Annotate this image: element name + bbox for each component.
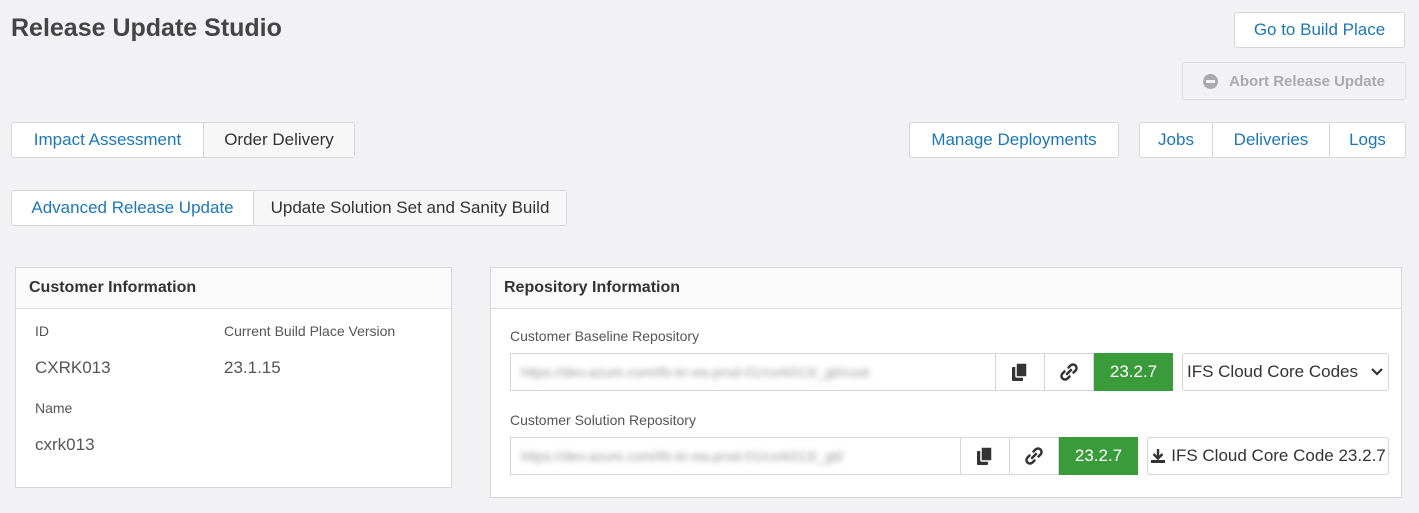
tab-advanced-release-update[interactable]: Advanced Release Update — [12, 191, 254, 225]
tab-jobs[interactable]: Jobs — [1140, 123, 1213, 157]
page-title: Release Update Studio — [11, 14, 282, 42]
primary-tabs: Impact Assessment Order Delivery — [11, 122, 355, 158]
download-core-code-label: IFS Cloud Core Code 23.2.7 — [1171, 446, 1386, 465]
tab-order-delivery[interactable]: Order Delivery — [204, 123, 354, 157]
customer-information-heading: Customer Information — [16, 268, 451, 309]
solution-repository-label: Customer Solution Repository — [510, 412, 696, 428]
solution-repository-row: https://dev.azure.com/ifs-kr-ea-prsd-01/… — [510, 437, 1138, 475]
open-baseline-link-button[interactable] — [1045, 353, 1094, 391]
link-icon — [1025, 447, 1043, 465]
abort-release-update-label: Abort Release Update — [1229, 72, 1385, 90]
abort-release-update-button[interactable]: Abort Release Update — [1182, 62, 1406, 100]
core-codes-dropdown-label: IFS Cloud Core Codes — [1186, 362, 1359, 381]
solution-repository-url: https://dev.azure.com/ifs-kr-ea-prsd-01/… — [521, 448, 844, 464]
id-value: CXRK013 — [35, 358, 111, 377]
tab-deliveries[interactable]: Deliveries — [1213, 123, 1330, 157]
copy-icon — [1012, 362, 1028, 381]
copy-baseline-button[interactable] — [996, 353, 1045, 391]
id-label: ID — [35, 323, 49, 339]
tab-logs[interactable]: Logs — [1330, 123, 1405, 157]
repository-information-panel: Repository Information Customer Baseline… — [490, 267, 1402, 498]
download-core-code-button[interactable]: IFS Cloud Core Code 23.2.7 — [1147, 437, 1389, 475]
baseline-repository-url: https://dev.azure.com/ifs-kr-ea-prsd-01/… — [521, 364, 870, 380]
minus-circle-icon — [1203, 73, 1219, 89]
manage-deployments-button[interactable]: Manage Deployments — [909, 122, 1119, 158]
tab-impact-assessment[interactable]: Impact Assessment — [12, 123, 204, 157]
secondary-tabs: Advanced Release Update Update Solution … — [11, 190, 567, 226]
name-label: Name — [35, 400, 73, 416]
tab-update-solution-set[interactable]: Update Solution Set and Sanity Build — [254, 191, 566, 225]
baseline-repository-row: https://dev.azure.com/ifs-kr-ea-prsd-01/… — [510, 353, 1173, 391]
go-to-build-place-button[interactable]: Go to Build Place — [1234, 12, 1405, 48]
customer-information-panel: Customer Information ID CXRK013 Current … — [15, 267, 452, 488]
activity-tabs: Jobs Deliveries Logs — [1139, 122, 1406, 158]
solution-repository-url-field[interactable]: https://dev.azure.com/ifs-kr-ea-prsd-01/… — [510, 437, 961, 475]
open-solution-link-button[interactable] — [1010, 437, 1059, 475]
copy-icon — [977, 446, 993, 465]
copy-solution-button[interactable] — [961, 437, 1010, 475]
repository-information-heading: Repository Information — [491, 268, 1401, 309]
name-value: cxrk013 — [35, 435, 95, 454]
baseline-repository-label: Customer Baseline Repository — [510, 328, 700, 344]
baseline-repository-url-field[interactable]: https://dev.azure.com/ifs-kr-ea-prsd-01/… — [510, 353, 996, 391]
chevron-down-icon — [1371, 368, 1383, 376]
build-place-version-label: Current Build Place Version — [224, 323, 396, 339]
solution-version-badge: 23.2.7 — [1059, 437, 1138, 475]
baseline-version-badge: 23.2.7 — [1094, 353, 1173, 391]
build-place-version-value: 23.1.15 — [224, 358, 281, 377]
link-icon — [1060, 363, 1078, 381]
core-codes-dropdown[interactable]: IFS Cloud Core Codes — [1182, 353, 1389, 391]
download-icon — [1151, 449, 1166, 463]
